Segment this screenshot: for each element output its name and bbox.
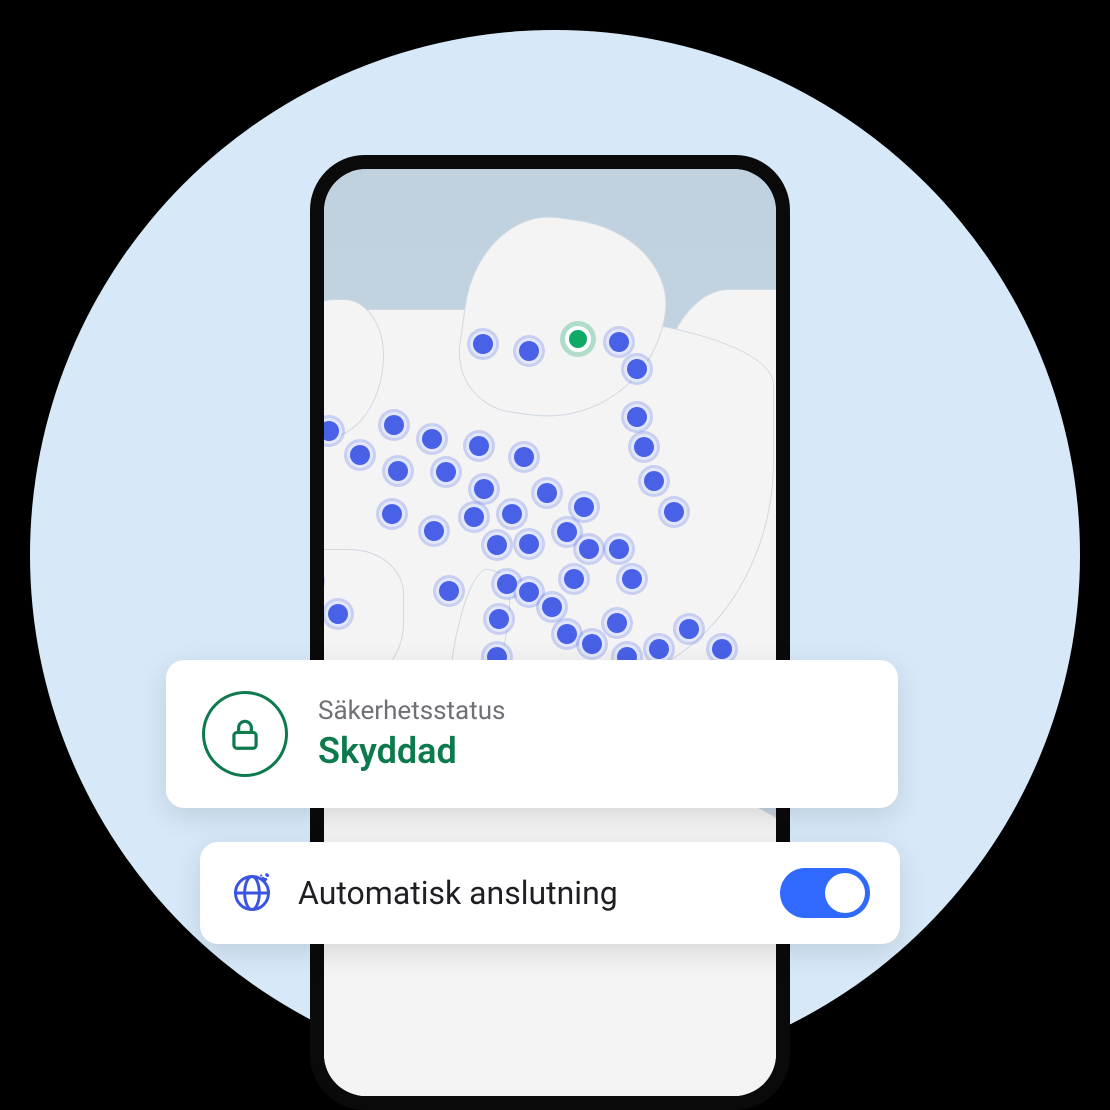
- server-location-dot[interactable]: [709, 636, 735, 662]
- server-location-dot[interactable]: [461, 504, 487, 530]
- server-location-dot[interactable]: [579, 631, 605, 657]
- server-location-dot[interactable]: [421, 518, 447, 544]
- server-location-dot[interactable]: [516, 579, 542, 605]
- server-location-dot[interactable]: [571, 494, 597, 520]
- active-location-dot[interactable]: [565, 326, 591, 352]
- security-status-card[interactable]: Säkerhetsstatus Skyddad: [166, 660, 898, 808]
- server-location-dot[interactable]: [661, 499, 687, 525]
- server-location-dot[interactable]: [436, 578, 462, 604]
- map-background[interactable]: [324, 169, 776, 1096]
- server-location-dot[interactable]: [433, 459, 459, 485]
- security-status-value: Skyddad: [318, 730, 505, 772]
- auto-connect-label: Automatisk anslutning: [298, 874, 756, 912]
- server-location-dot[interactable]: [646, 636, 672, 662]
- auto-connect-toggle[interactable]: [780, 868, 870, 918]
- server-location-dot[interactable]: [470, 331, 496, 357]
- server-location-dot[interactable]: [619, 566, 645, 592]
- server-location-dot[interactable]: [419, 426, 445, 452]
- server-location-dot[interactable]: [641, 468, 667, 494]
- server-location-dot[interactable]: [631, 434, 657, 460]
- server-location-dot[interactable]: [554, 621, 580, 647]
- server-location-dot[interactable]: [516, 531, 542, 557]
- server-location-dot[interactable]: [676, 616, 702, 642]
- server-location-dot[interactable]: [604, 610, 630, 636]
- server-location-dot[interactable]: [624, 356, 650, 382]
- server-location-dot[interactable]: [466, 433, 492, 459]
- server-location-dot[interactable]: [554, 519, 580, 545]
- server-location-dot[interactable]: [534, 480, 560, 506]
- server-location-dot[interactable]: [539, 594, 565, 620]
- server-location-dot[interactable]: [561, 566, 587, 592]
- server-location-dot[interactable]: [606, 329, 632, 355]
- server-location-dot[interactable]: [325, 601, 351, 627]
- server-location-dot[interactable]: [347, 442, 373, 468]
- security-text-group: Säkerhetsstatus Skyddad: [318, 696, 505, 772]
- server-location-dot[interactable]: [499, 501, 525, 527]
- toggle-knob: [825, 873, 865, 913]
- security-label: Säkerhetsstatus: [318, 696, 505, 726]
- server-location-dot[interactable]: [379, 501, 405, 527]
- server-location-dot[interactable]: [385, 458, 411, 484]
- server-location-dot[interactable]: [624, 404, 650, 430]
- phone-frame: [310, 155, 790, 1110]
- server-location-dot[interactable]: [471, 476, 497, 502]
- server-location-dot[interactable]: [511, 444, 537, 470]
- server-location-dot[interactable]: [516, 338, 542, 364]
- auto-connect-card: Automatisk anslutning: [200, 842, 900, 944]
- server-location-dot[interactable]: [486, 606, 512, 632]
- server-location-dot[interactable]: [484, 532, 510, 558]
- server-location-dot[interactable]: [381, 412, 407, 438]
- server-location-dot[interactable]: [576, 536, 602, 562]
- phone-screen: [324, 169, 776, 1096]
- server-location-dot[interactable]: [606, 536, 632, 562]
- lock-icon: [202, 691, 288, 777]
- globe-icon: [230, 871, 274, 915]
